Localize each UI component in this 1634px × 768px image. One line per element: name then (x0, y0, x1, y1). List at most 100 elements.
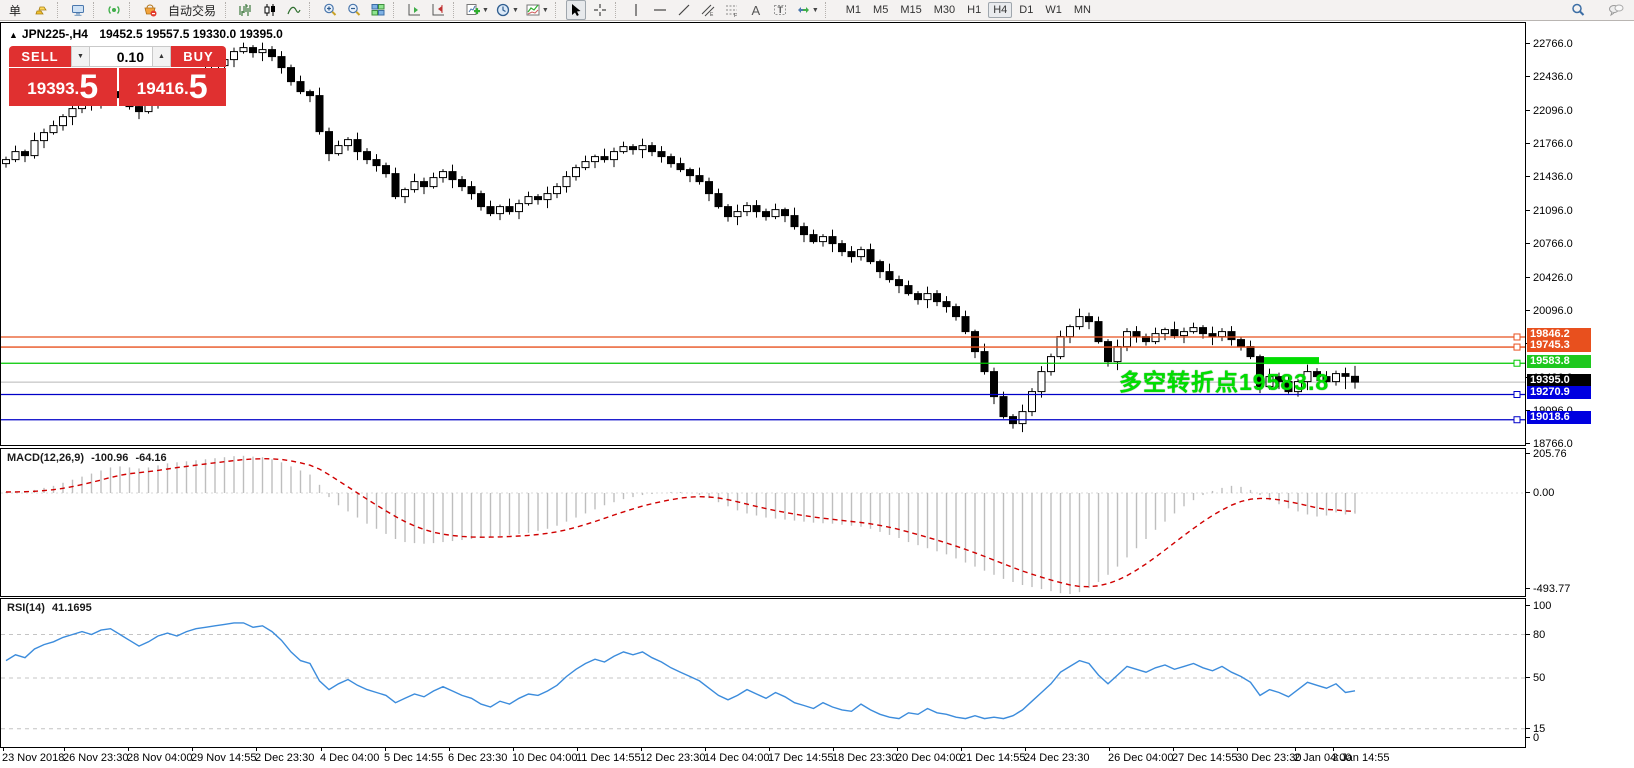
toolbar-separator (453, 2, 459, 18)
time-axis-tick (577, 748, 578, 751)
svg-text:E: E (710, 12, 714, 18)
zoom-out-icon[interactable] (344, 0, 364, 20)
svg-text:F: F (734, 13, 737, 18)
turning-point-annotation[interactable]: 多空转折点19583.8 (1119, 363, 1329, 397)
one-click-trading-panel: SELL ▼ ▲ BUY 19393.5 19416.5 (9, 46, 226, 106)
rsi-axis-label: 0 (1533, 732, 1539, 744)
macd-label: MACD(12,26,9) -100.96 -64.16 (7, 452, 167, 464)
rsi-indicator-pane[interactable]: RSI(14) 41.1695 (0, 598, 1526, 748)
axis-tick (1526, 143, 1530, 144)
timeframe-button-m1[interactable]: M1 (841, 2, 866, 18)
time-axis[interactable]: 23 Nov 201826 Nov 23:3028 Nov 04:0029 No… (0, 748, 1634, 768)
rsi-label: RSI(14) 41.1695 (7, 602, 92, 614)
chart-shift-icon[interactable] (404, 0, 424, 20)
fibonacci-tool[interactable]: F (722, 0, 742, 20)
volume-input[interactable] (90, 46, 152, 67)
equidistant-channel-tool[interactable]: E (698, 0, 718, 20)
arrows-tool-button[interactable]: ▼ (794, 0, 820, 20)
price-axis-label: 22766.0 (1533, 38, 1573, 50)
axis-tick (1526, 176, 1530, 177)
ohlc-values: 19452.5 19557.5 19330.0 19395.0 (99, 27, 283, 41)
horizontal-line-tool[interactable] (650, 0, 670, 20)
time-axis-label: 6 Dec 23:30 (448, 752, 507, 764)
tile-windows-icon[interactable] (368, 0, 388, 20)
time-axis-label: 18 Dec 23:30 (832, 752, 897, 764)
toolbar-separator (615, 2, 621, 18)
price-level-badge[interactable]: 19395.0 (1527, 374, 1591, 387)
macd-canvas[interactable] (1, 449, 1525, 596)
volume-increase-button[interactable]: ▲ (152, 46, 171, 67)
axis-tick (1526, 76, 1530, 77)
chart-title: ▲ JPN225-,H4 19452.5 19557.5 19330.0 1939… (9, 27, 283, 41)
cursor-tool-button[interactable] (566, 0, 586, 20)
timeframe-button-h1[interactable]: H1 (962, 2, 986, 18)
chevron-down-icon: ▼ (482, 7, 489, 14)
price-axis-label: 22436.0 (1533, 71, 1573, 83)
time-axis-label: 12 Dec 23:30 (640, 752, 705, 764)
price-level-badge[interactable]: 19270.9 (1527, 386, 1591, 399)
line-handle (1514, 334, 1520, 340)
time-axis-tick (833, 748, 834, 751)
vertical-line-tool[interactable] (626, 0, 646, 20)
time-axis-label: 14 Dec 04:00 (704, 752, 769, 764)
timeframe-button-m30[interactable]: M30 (929, 2, 960, 18)
text-tool[interactable]: A (746, 0, 766, 20)
crosshair-tool-button[interactable] (590, 0, 610, 20)
price-level-badge[interactable]: 19745.3 (1527, 339, 1591, 352)
price-chart-pane[interactable]: ▲ JPN225-,H4 19452.5 19557.5 19330.0 1939… (0, 22, 1526, 446)
timeframe-button-m5[interactable]: M5 (868, 2, 893, 18)
text-label-tool[interactable]: T (770, 0, 790, 20)
candlestick-chart-type-icon[interactable] (260, 0, 280, 20)
collapse-panel-arrow[interactable]: ▲ (9, 30, 18, 40)
time-axis-tick (769, 748, 770, 751)
indicators-button[interactable]: ▼ (524, 0, 550, 20)
price-axis-column[interactable]: 22766.022436.022096.021766.021436.021096… (1526, 21, 1634, 768)
buy-price-button[interactable]: 19416.5 (119, 68, 227, 106)
market-icon[interactable] (140, 0, 160, 20)
price-axis-label: 22096.0 (1533, 105, 1573, 117)
time-axis-label: 26 Nov 23:30 (63, 752, 128, 764)
timeframe-button-mn[interactable]: MN (1069, 2, 1096, 18)
timeframe-button-h4[interactable]: H4 (988, 2, 1012, 18)
chat-icon[interactable] (1606, 0, 1626, 20)
macd-indicator-pane[interactable]: MACD(12,26,9) -100.96 -64.16 (0, 448, 1526, 597)
symbol-period-label: JPN225-,H4 (22, 27, 88, 41)
time-axis-label: 3 Jan 14:55 (1332, 752, 1390, 764)
axis-tick (1526, 277, 1530, 278)
price-level-badge[interactable]: 19583.8 (1527, 355, 1591, 368)
volume-decrease-button[interactable]: ▼ (71, 46, 90, 67)
trendline-tool[interactable] (674, 0, 694, 20)
timeframe-button-d1[interactable]: D1 (1014, 2, 1038, 18)
price-axis-label: 21436.0 (1533, 171, 1573, 183)
sell-price-button[interactable]: 19393.5 (9, 68, 117, 106)
chart-autoscroll-icon[interactable] (428, 0, 448, 20)
zoom-in-icon[interactable] (320, 0, 340, 20)
time-axis-label: 4 Dec 04:00 (320, 752, 379, 764)
chevron-down-icon: ▼ (812, 7, 819, 14)
rsi-canvas[interactable] (1, 599, 1525, 747)
gold-bars-icon[interactable] (32, 0, 52, 20)
time-axis-tick (1333, 748, 1334, 751)
timeframe-button-w1[interactable]: W1 (1040, 2, 1067, 18)
sell-button[interactable]: SELL (9, 46, 71, 67)
signal-icon[interactable] (104, 0, 124, 20)
axis-tick (1526, 634, 1530, 635)
new-order-button[interactable]: 单 (2, 0, 28, 20)
axis-tick (1526, 737, 1530, 738)
autotrading-button[interactable]: 自动交易 (164, 0, 220, 20)
timeframe-button-m15[interactable]: M15 (895, 2, 926, 18)
time-axis-tick (3, 748, 4, 751)
time-axis-tick (1025, 748, 1026, 751)
terminal-icon[interactable] (68, 0, 88, 20)
macd-histogram (6, 456, 1355, 594)
period-button[interactable]: ▼ (494, 0, 520, 20)
price-level-badge[interactable]: 19018.6 (1527, 411, 1591, 424)
buy-button[interactable]: BUY (171, 46, 226, 67)
time-axis-tick (961, 748, 962, 751)
new-chart-button[interactable]: ▼ (464, 0, 490, 20)
line-chart-type-icon[interactable] (284, 0, 304, 20)
search-icon[interactable] (1568, 0, 1588, 20)
bar-chart-type-icon[interactable] (236, 0, 256, 20)
axis-tick (1526, 492, 1530, 493)
time-axis-label: 11 Dec 14:55 (576, 752, 641, 764)
